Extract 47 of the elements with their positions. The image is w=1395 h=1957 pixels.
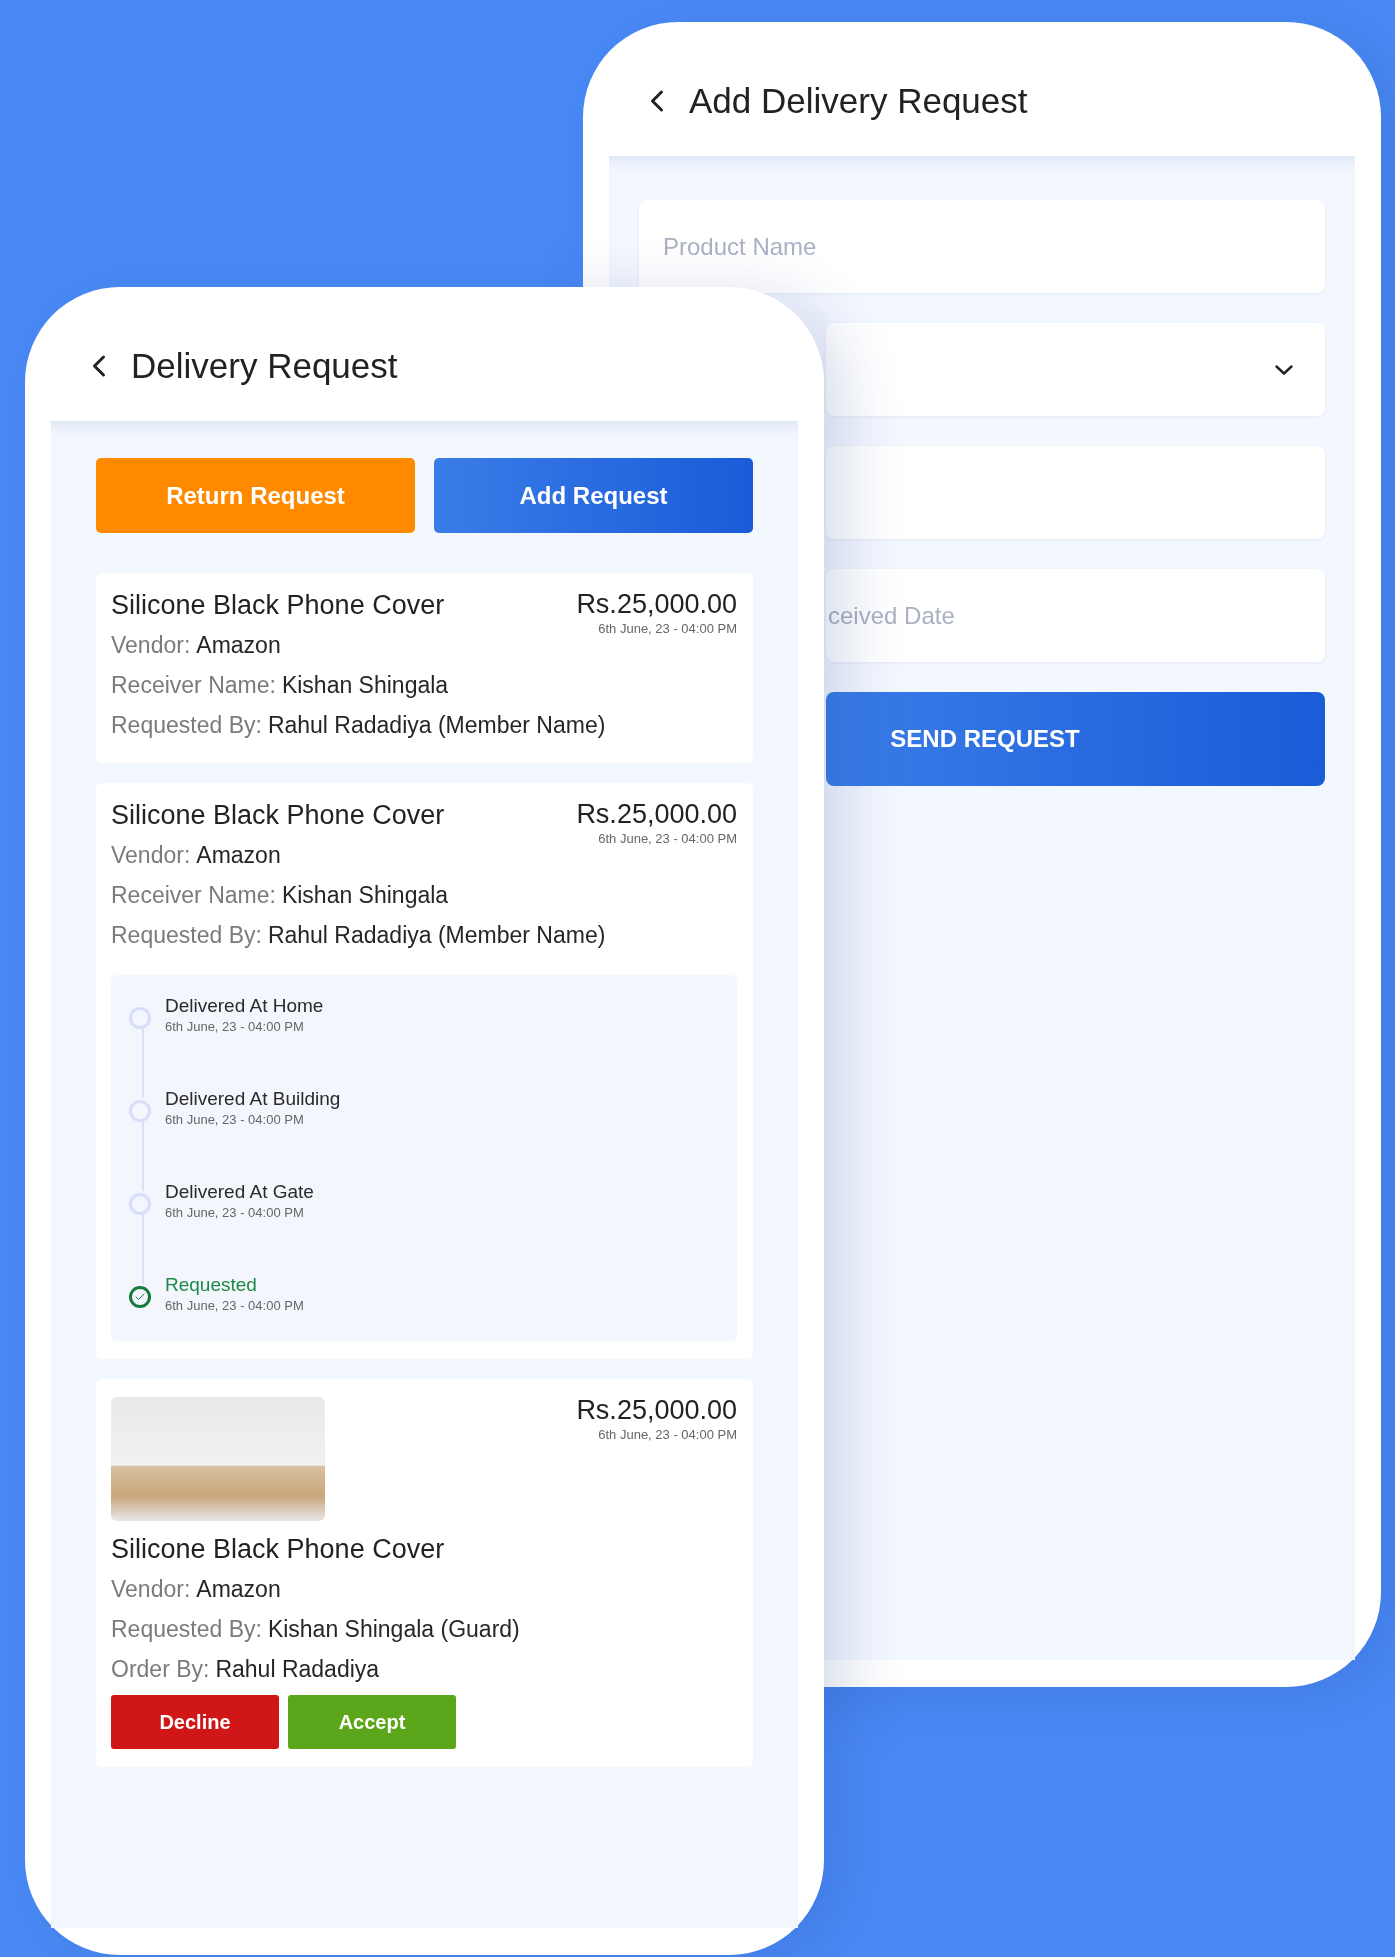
- detail-label: Receiver Name:: [111, 881, 276, 910]
- date-text: 6th June, 23 - 04:00 PM: [598, 831, 737, 846]
- detail-label: Requested By:: [111, 921, 262, 950]
- date-text: 6th June, 23 - 04:00 PM: [598, 1427, 737, 1442]
- timeline-title: Delivered At Building: [165, 1087, 341, 1111]
- detail-label: Vendor:: [111, 1575, 191, 1604]
- detail-value: Amazon: [196, 841, 281, 870]
- product-title: Silicone Black Phone Cover: [111, 1533, 446, 1566]
- detail-label: Receiver Name:: [111, 671, 276, 700]
- input-field[interactable]: [826, 446, 1325, 539]
- timeline-date: 6th June, 23 - 04:00 PM: [165, 1205, 305, 1220]
- product-title: Silicone Black Phone Cover: [111, 589, 446, 622]
- timeline-title: Requested: [165, 1273, 258, 1297]
- detail-value: Amazon: [196, 1575, 281, 1604]
- detail-value: Rahul Radadiya: [215, 1655, 380, 1684]
- detail-value: Kishan Shingala: [281, 671, 449, 700]
- add-request-button[interactable]: Add Request: [434, 458, 753, 533]
- detail-value: Kishan Shingala: [281, 881, 449, 910]
- screen-title: Add Delivery Request: [689, 81, 1028, 121]
- timeline-date: 6th June, 23 - 04:00 PM: [165, 1112, 305, 1127]
- return-request-button[interactable]: Return Request: [96, 458, 415, 533]
- detail-label: Vendor:: [111, 631, 191, 660]
- price: Rs.25,000.00: [576, 1394, 737, 1427]
- date-text: 6th June, 23 - 04:00 PM: [598, 621, 737, 636]
- chevron-down-icon: [1275, 364, 1293, 375]
- screen-title: Delivery Request: [131, 346, 398, 386]
- select-field[interactable]: [826, 323, 1325, 416]
- send-request-button[interactable]: SEND REQUEST: [826, 692, 1325, 786]
- detail-value: Kishan Shingala (Guard): [267, 1615, 520, 1644]
- timeline-date: 6th June, 23 - 04:00 PM: [165, 1019, 305, 1034]
- decline-button[interactable]: Decline: [111, 1695, 279, 1749]
- input-field[interactable]: ceived Date: [826, 569, 1325, 662]
- detail-label: Order By:: [111, 1655, 210, 1684]
- timeline-title: Delivered At Gate: [165, 1180, 314, 1204]
- input-field[interactable]: Product Name: [639, 200, 1325, 293]
- timeline-date: 6th June, 23 - 04:00 PM: [165, 1298, 304, 1313]
- detail-value: Rahul Radadiya (Member Name): [267, 711, 606, 740]
- price: Rs.25,000.00: [576, 798, 737, 831]
- detail-value: Rahul Radadiya (Member Name): [267, 921, 606, 950]
- detail-label: Requested By:: [111, 1615, 262, 1644]
- product-title: Silicone Black Phone Cover: [111, 799, 446, 832]
- price: Rs.25,000.00: [576, 588, 737, 621]
- timeline-title: Delivered At Home: [165, 994, 324, 1018]
- detail-value: Amazon: [196, 631, 281, 660]
- accept-button[interactable]: Accept: [288, 1695, 456, 1749]
- detail-label: Vendor:: [111, 841, 191, 870]
- detail-label: Requested By:: [111, 711, 262, 740]
